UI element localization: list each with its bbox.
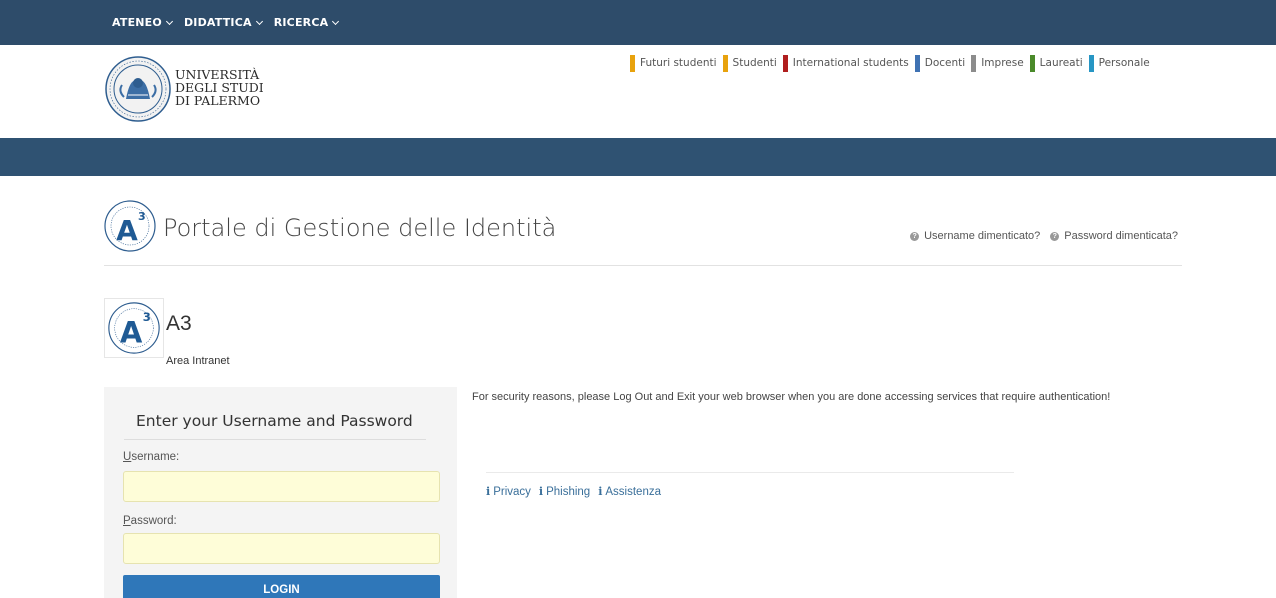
top-navigation-bar: ATENEO DIDATTICA RICERCA	[0, 0, 1276, 45]
forgot-password-label: Password dimenticata?	[1064, 230, 1178, 242]
link-studenti[interactable]: Studenti	[722, 55, 777, 72]
login-title: Enter your Username and Password	[136, 412, 413, 430]
audience-links: Futuri studenti Studenti International s…	[630, 55, 1150, 72]
question-icon: ?	[1050, 231, 1060, 241]
info-links: i Privacy i Phishing i Assistenza	[486, 485, 661, 498]
svg-text:3: 3	[143, 310, 151, 324]
a3-logo-icon: A 3	[104, 200, 156, 252]
menu-didattica[interactable]: DIDATTICA	[183, 16, 263, 29]
divider	[124, 439, 426, 440]
secondary-bar	[0, 138, 1276, 176]
info-icon: i	[538, 485, 544, 498]
assistenza-link[interactable]: i Assistenza	[598, 485, 661, 498]
svg-text:3: 3	[138, 210, 146, 223]
password-label-accesskey: P	[123, 515, 131, 527]
menu-ricerca-label: RICERCA	[273, 16, 329, 29]
university-name-line3: DI PALERMO	[175, 93, 261, 108]
menu-didattica-label: DIDATTICA	[183, 16, 252, 29]
password-input[interactable]	[123, 533, 440, 564]
password-label: Password:	[123, 515, 177, 527]
username-label: Username:	[123, 451, 179, 463]
link-imprese[interactable]: Imprese	[971, 55, 1024, 72]
login-button[interactable]: LOGIN	[123, 575, 440, 598]
svg-text:A: A	[116, 214, 138, 247]
phishing-link[interactable]: i Phishing	[539, 485, 590, 498]
university-logo[interactable]: UNIVERSITÀ DEGLI STUDI DI PALERMO	[104, 55, 264, 123]
menu-ateneo-label: ATENEO	[112, 16, 162, 29]
app-subtitle: Area Intranet	[166, 355, 230, 367]
top-menu: ATENEO DIDATTICA RICERCA	[112, 0, 340, 45]
login-form: Enter your Username and Password Usernam…	[104, 387, 457, 598]
link-international-students[interactable]: International students	[782, 55, 909, 72]
privacy-link[interactable]: i Privacy	[486, 485, 531, 498]
question-icon: ?	[910, 231, 920, 241]
menu-ateneo[interactable]: ATENEO	[112, 16, 173, 29]
privacy-link-label: Privacy	[493, 485, 531, 498]
forgot-password-link[interactable]: ? Password dimenticata?	[1050, 230, 1178, 242]
password-label-text: assword:	[130, 515, 177, 527]
chevron-down-icon	[165, 17, 173, 25]
site-header: UNIVERSITÀ DEGLI STUDI DI PALERMO Futuri…	[0, 45, 1276, 138]
university-seal-icon	[105, 56, 171, 122]
assistenza-link-label: Assistenza	[605, 485, 661, 498]
page-title: Portale di Gestione delle Identità	[163, 214, 557, 242]
menu-ricerca[interactable]: RICERCA	[273, 16, 340, 29]
security-notice: For security reasons, please Log Out and…	[472, 391, 1111, 403]
a3-app-logo-icon: A 3	[104, 298, 164, 358]
portal-header: A 3 Portale di Gestione delle Identità ?…	[104, 200, 1182, 266]
info-icon: i	[486, 485, 491, 498]
university-name: UNIVERSITÀ DEGLI STUDI DI PALERMO	[175, 68, 264, 107]
divider	[486, 472, 1014, 473]
phishing-link-label: Phishing	[546, 485, 591, 498]
app-name: A3	[166, 312, 192, 335]
info-icon: i	[598, 485, 603, 498]
chevron-down-icon	[332, 17, 340, 25]
svg-text:A: A	[120, 316, 143, 350]
forgot-username-link[interactable]: ? Username dimenticato?	[910, 230, 1040, 242]
forgot-username-label: Username dimenticato?	[924, 230, 1041, 242]
forgot-links: ? Username dimenticato? ? Password dimen…	[910, 230, 1178, 242]
chevron-down-icon	[255, 17, 263, 25]
link-docenti[interactable]: Docenti	[914, 55, 965, 72]
link-laureati[interactable]: Laureati	[1029, 55, 1083, 72]
link-personale[interactable]: Personale	[1088, 55, 1150, 72]
username-label-text: sername:	[131, 451, 180, 463]
link-futuri-studenti[interactable]: Futuri studenti	[630, 55, 717, 72]
username-input[interactable]	[123, 471, 440, 502]
